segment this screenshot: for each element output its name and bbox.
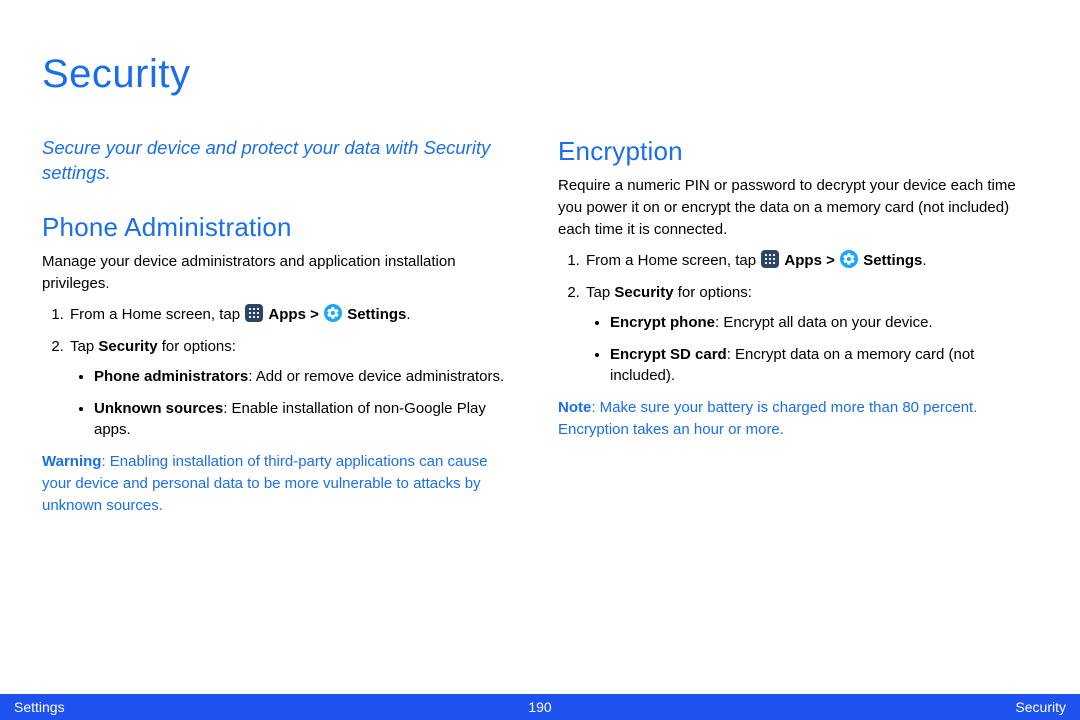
apps-icon — [245, 304, 263, 322]
step-text: Tap — [70, 338, 98, 355]
section-description: Require a numeric PIN or password to dec… — [558, 175, 1036, 240]
step-item: From a Home screen, tap Apps > Settings. — [68, 304, 520, 326]
step-item: Tap Security for options: Encrypt phone:… — [584, 282, 1036, 387]
right-column: Encryption Require a numeric PIN or pass… — [558, 136, 1036, 516]
warning-text: : Enabling installation of third-party a… — [42, 453, 488, 514]
apps-label: Apps — [784, 252, 822, 269]
options-list: Phone administrators: Add or remove devi… — [70, 366, 520, 441]
options-list: Encrypt phone: Encrypt all data on your … — [586, 312, 1036, 387]
note-text: : Make sure your battery is charged more… — [558, 399, 977, 438]
note: Note: Make sure your battery is charged … — [558, 397, 1036, 441]
option-item: Encrypt phone: Encrypt all data on your … — [610, 312, 1036, 334]
section-description: Manage your device administrators and ap… — [42, 251, 520, 295]
gt-separator: > — [822, 252, 839, 269]
step-item: Tap Security for options: Phone administ… — [68, 336, 520, 441]
warning-label: Warning — [42, 453, 101, 470]
step-item: From a Home screen, tap Apps > Settings. — [584, 250, 1036, 272]
option-item: Phone administrators: Add or remove devi… — [94, 366, 520, 388]
step-text: From a Home screen, tap — [70, 306, 244, 323]
footer-left: Settings — [14, 699, 65, 715]
option-desc: : Encrypt all data on your device. — [715, 314, 933, 331]
steps-list: From a Home screen, tap Apps > Settings.… — [42, 304, 520, 441]
step-text: for options: — [158, 338, 236, 355]
step-text: Tap — [586, 284, 614, 301]
warning-note: Warning: Enabling installation of third-… — [42, 451, 520, 516]
gt-separator: > — [306, 306, 323, 323]
footer-page-number: 190 — [528, 699, 551, 715]
option-desc: : Add or remove device administrators. — [248, 368, 504, 385]
two-column-layout: Secure your device and protect your data… — [42, 136, 1038, 516]
security-label: Security — [614, 284, 673, 301]
settings-icon — [324, 304, 342, 322]
section-heading-phone-administration: Phone Administration — [42, 212, 520, 243]
footer-right: Security — [1015, 699, 1066, 715]
period: . — [922, 252, 926, 269]
steps-list: From a Home screen, tap Apps > Settings.… — [558, 250, 1036, 387]
option-name: Encrypt SD card — [610, 346, 727, 363]
left-column: Secure your device and protect your data… — [42, 136, 520, 516]
settings-label: Settings — [863, 252, 922, 269]
apps-label: Apps — [268, 306, 306, 323]
page-title: Security — [42, 52, 191, 97]
step-text: for options: — [674, 284, 752, 301]
security-label: Security — [98, 338, 157, 355]
option-item: Encrypt SD card: Encrypt data on a memor… — [610, 344, 1036, 388]
intro-text: Secure your device and protect your data… — [42, 136, 520, 186]
manual-page: Security Secure your device and protect … — [0, 0, 1080, 720]
settings-icon — [840, 250, 858, 268]
option-name: Unknown sources — [94, 400, 223, 417]
section-heading-encryption: Encryption — [558, 136, 1036, 167]
apps-icon — [761, 250, 779, 268]
settings-label: Settings — [347, 306, 406, 323]
option-item: Unknown sources: Enable installation of … — [94, 398, 520, 442]
footer-bar: Settings 190 Security — [0, 694, 1080, 720]
step-text: From a Home screen, tap — [586, 252, 760, 269]
period: . — [406, 306, 410, 323]
option-name: Encrypt phone — [610, 314, 715, 331]
note-label: Note — [558, 399, 591, 416]
option-name: Phone administrators — [94, 368, 248, 385]
